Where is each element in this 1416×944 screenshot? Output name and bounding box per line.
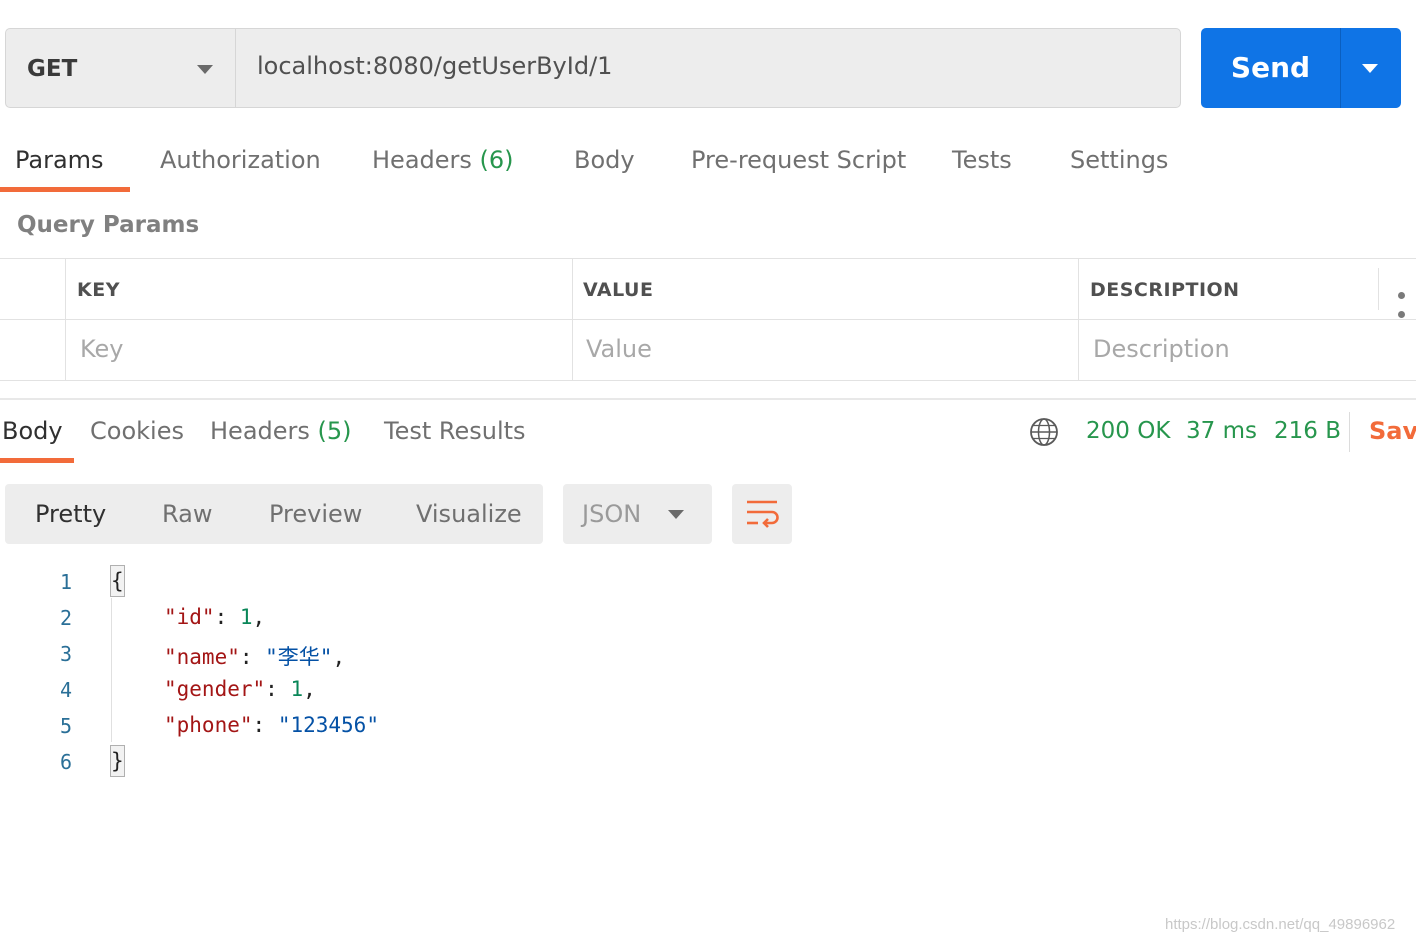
tab-headers-label: Headers [372, 146, 472, 174]
method-label: GET [27, 56, 78, 82]
column-divider [572, 258, 573, 380]
pane-splitter[interactable] [0, 398, 1416, 400]
response-tab-headers[interactable]: Headers (5) [210, 417, 352, 445]
json-comma: , [252, 605, 266, 629]
tab-body[interactable]: Body [574, 146, 635, 174]
json-key: "phone" [164, 713, 253, 737]
line-number: 2 [59, 606, 72, 630]
tab-settings[interactable]: Settings [1070, 146, 1168, 174]
column-divider [65, 258, 66, 380]
value-input[interactable]: Value [586, 335, 652, 363]
column-divider [1378, 268, 1379, 310]
json-line-name[interactable]: "name": "李华", [164, 641, 345, 671]
tab-params[interactable]: Params [15, 146, 104, 174]
table-border-bottom [0, 380, 1416, 381]
view-mode-pretty[interactable]: Pretty [35, 500, 106, 528]
status-code[interactable]: 200 OK [1086, 418, 1170, 444]
table-border-top [0, 258, 1416, 259]
json-comma: , [303, 677, 316, 701]
line-number: 3 [59, 642, 72, 666]
wrap-lines-icon [747, 500, 779, 528]
tab-tests[interactable]: Tests [952, 146, 1012, 174]
json-value: 1 [239, 605, 253, 629]
active-tab-indicator [0, 187, 130, 192]
chevron-down-icon [668, 510, 684, 519]
column-header-description: DESCRIPTION [1090, 279, 1240, 301]
line-number: 5 [59, 714, 72, 738]
format-select[interactable]: JSON [563, 484, 712, 544]
send-button[interactable]: Send [1201, 28, 1401, 108]
column-header-value: VALUE [583, 279, 654, 301]
json-comma: , [332, 645, 346, 669]
json-key: "name" [164, 645, 240, 669]
tab-pre-request-script[interactable]: Pre-request Script [691, 146, 906, 174]
column-divider [1078, 258, 1079, 380]
view-mode-preview[interactable]: Preview [269, 500, 362, 528]
divider [1349, 412, 1350, 452]
table-header-border [0, 319, 1416, 320]
active-response-tab-indicator [0, 458, 74, 463]
indent-guide [111, 598, 112, 742]
tab-headers[interactable]: Headers (6) [372, 146, 514, 174]
json-value: "123456" [277, 713, 379, 737]
line-number: 6 [59, 750, 72, 774]
query-params-title: Query Params [17, 212, 200, 238]
line-number: 1 [59, 570, 72, 594]
url-text: localhost:8080/getUserById/1 [257, 52, 613, 80]
tab-headers-count: (6) [479, 146, 514, 174]
open-brace: { [111, 569, 124, 593]
more-options-icon[interactable] [1398, 284, 1416, 322]
response-size[interactable]: 216 B [1274, 418, 1341, 444]
close-brace: } [111, 749, 124, 773]
method-select[interactable]: GET [5, 28, 236, 108]
json-key: "id" [164, 605, 215, 629]
watermark: https://blog.csdn.net/qq_49896962 [1165, 916, 1396, 933]
send-options-chevron-icon[interactable] [1362, 64, 1378, 73]
response-tab-body[interactable]: Body [2, 417, 63, 445]
json-line-phone[interactable]: "phone": "123456" [164, 713, 379, 737]
globe-icon[interactable] [1029, 417, 1059, 447]
json-value: "李华" [265, 645, 333, 669]
json-value: 1 [290, 677, 304, 701]
response-time[interactable]: 37 ms [1186, 418, 1257, 444]
description-input[interactable]: Description [1093, 335, 1230, 363]
url-input[interactable]: localhost:8080/getUserById/1 [235, 28, 1181, 108]
send-divider [1340, 28, 1341, 108]
key-input[interactable]: Key [80, 335, 124, 363]
format-label: JSON [582, 500, 642, 528]
line-number: 4 [59, 678, 72, 702]
wrap-lines-button[interactable] [732, 484, 792, 544]
response-tab-headers-count: (5) [317, 417, 352, 445]
view-mode-switcher: Pretty Raw Preview Visualize [5, 484, 543, 544]
json-line-gender[interactable]: "gender": 1, [164, 677, 316, 701]
save-response-button[interactable]: Save [1369, 417, 1416, 445]
json-key: "gender" [164, 677, 266, 701]
tab-authorization[interactable]: Authorization [160, 146, 321, 174]
response-tab-headers-label: Headers [210, 417, 310, 445]
response-tab-test-results[interactable]: Test Results [384, 417, 526, 445]
send-label: Send [1230, 51, 1311, 84]
chevron-down-icon [197, 65, 213, 74]
view-mode-visualize[interactable]: Visualize [416, 500, 522, 528]
column-header-key: KEY [77, 279, 120, 301]
response-tab-cookies[interactable]: Cookies [90, 417, 184, 445]
json-line-id[interactable]: "id": 1, [164, 605, 265, 629]
view-mode-raw[interactable]: Raw [162, 500, 212, 528]
